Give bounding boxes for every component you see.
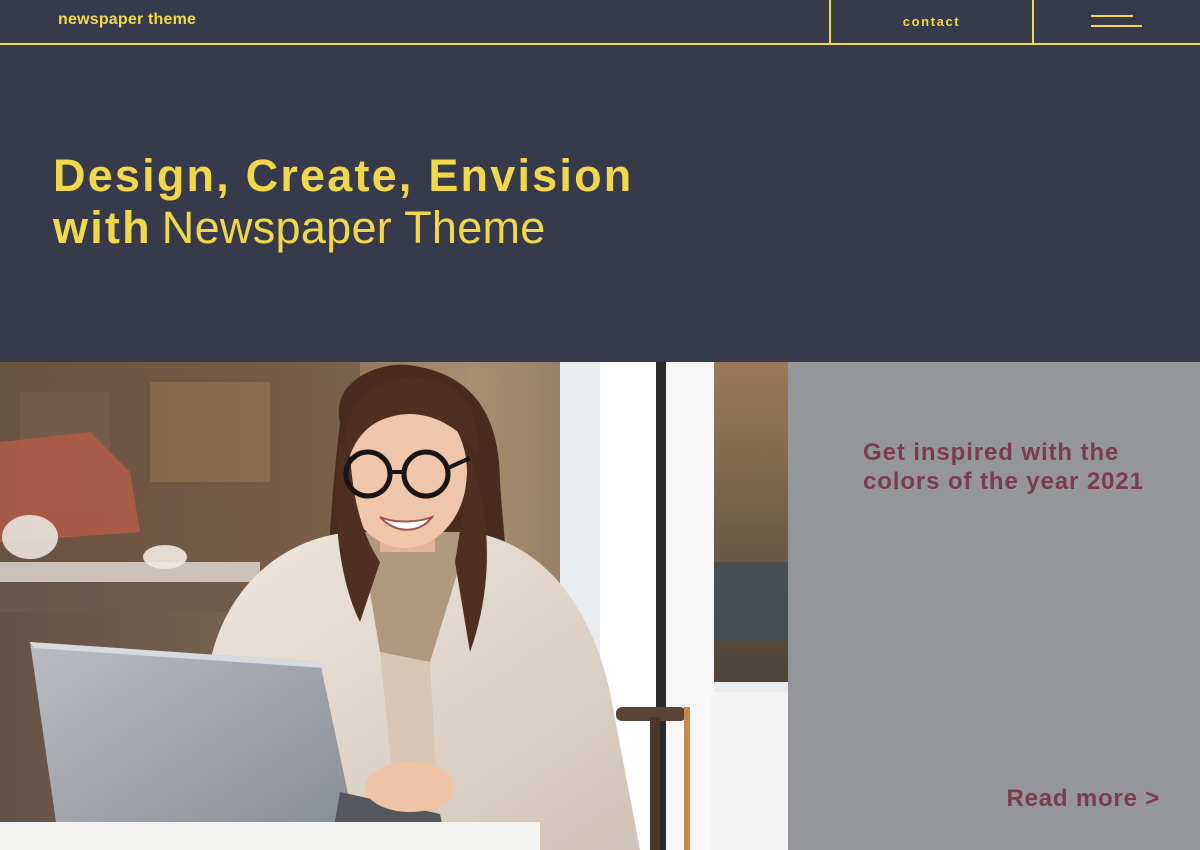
contact-link[interactable]: contact [831, 0, 1032, 43]
feature-card: Get inspired with the colors of the year… [788, 362, 1200, 850]
hero-title-bold: with [53, 202, 152, 253]
nav-divider [1032, 0, 1034, 43]
hero-title-light: Newspaper Theme [161, 202, 546, 253]
menu-line [1091, 25, 1142, 27]
card-heading: Get inspired with the colors of the year… [863, 439, 1144, 495]
read-more-link[interactable]: Read more > [1006, 785, 1160, 813]
hero-title-line2: with Newspaper Theme [53, 202, 633, 254]
page: newspaper theme contact Design, Create, … [0, 0, 1200, 850]
menu-line [1091, 15, 1133, 17]
woman-with-laptop-photo [0, 362, 788, 850]
hero-title: Design, Create, Envision with Newspaper T… [53, 150, 633, 254]
hero-title-line1: Design, Create, Envision [53, 150, 634, 201]
top-bar: newspaper theme contact [0, 0, 1200, 45]
hamburger-menu-icon[interactable] [1090, 12, 1144, 32]
brand-logo-link[interactable]: newspaper theme [58, 11, 196, 29]
